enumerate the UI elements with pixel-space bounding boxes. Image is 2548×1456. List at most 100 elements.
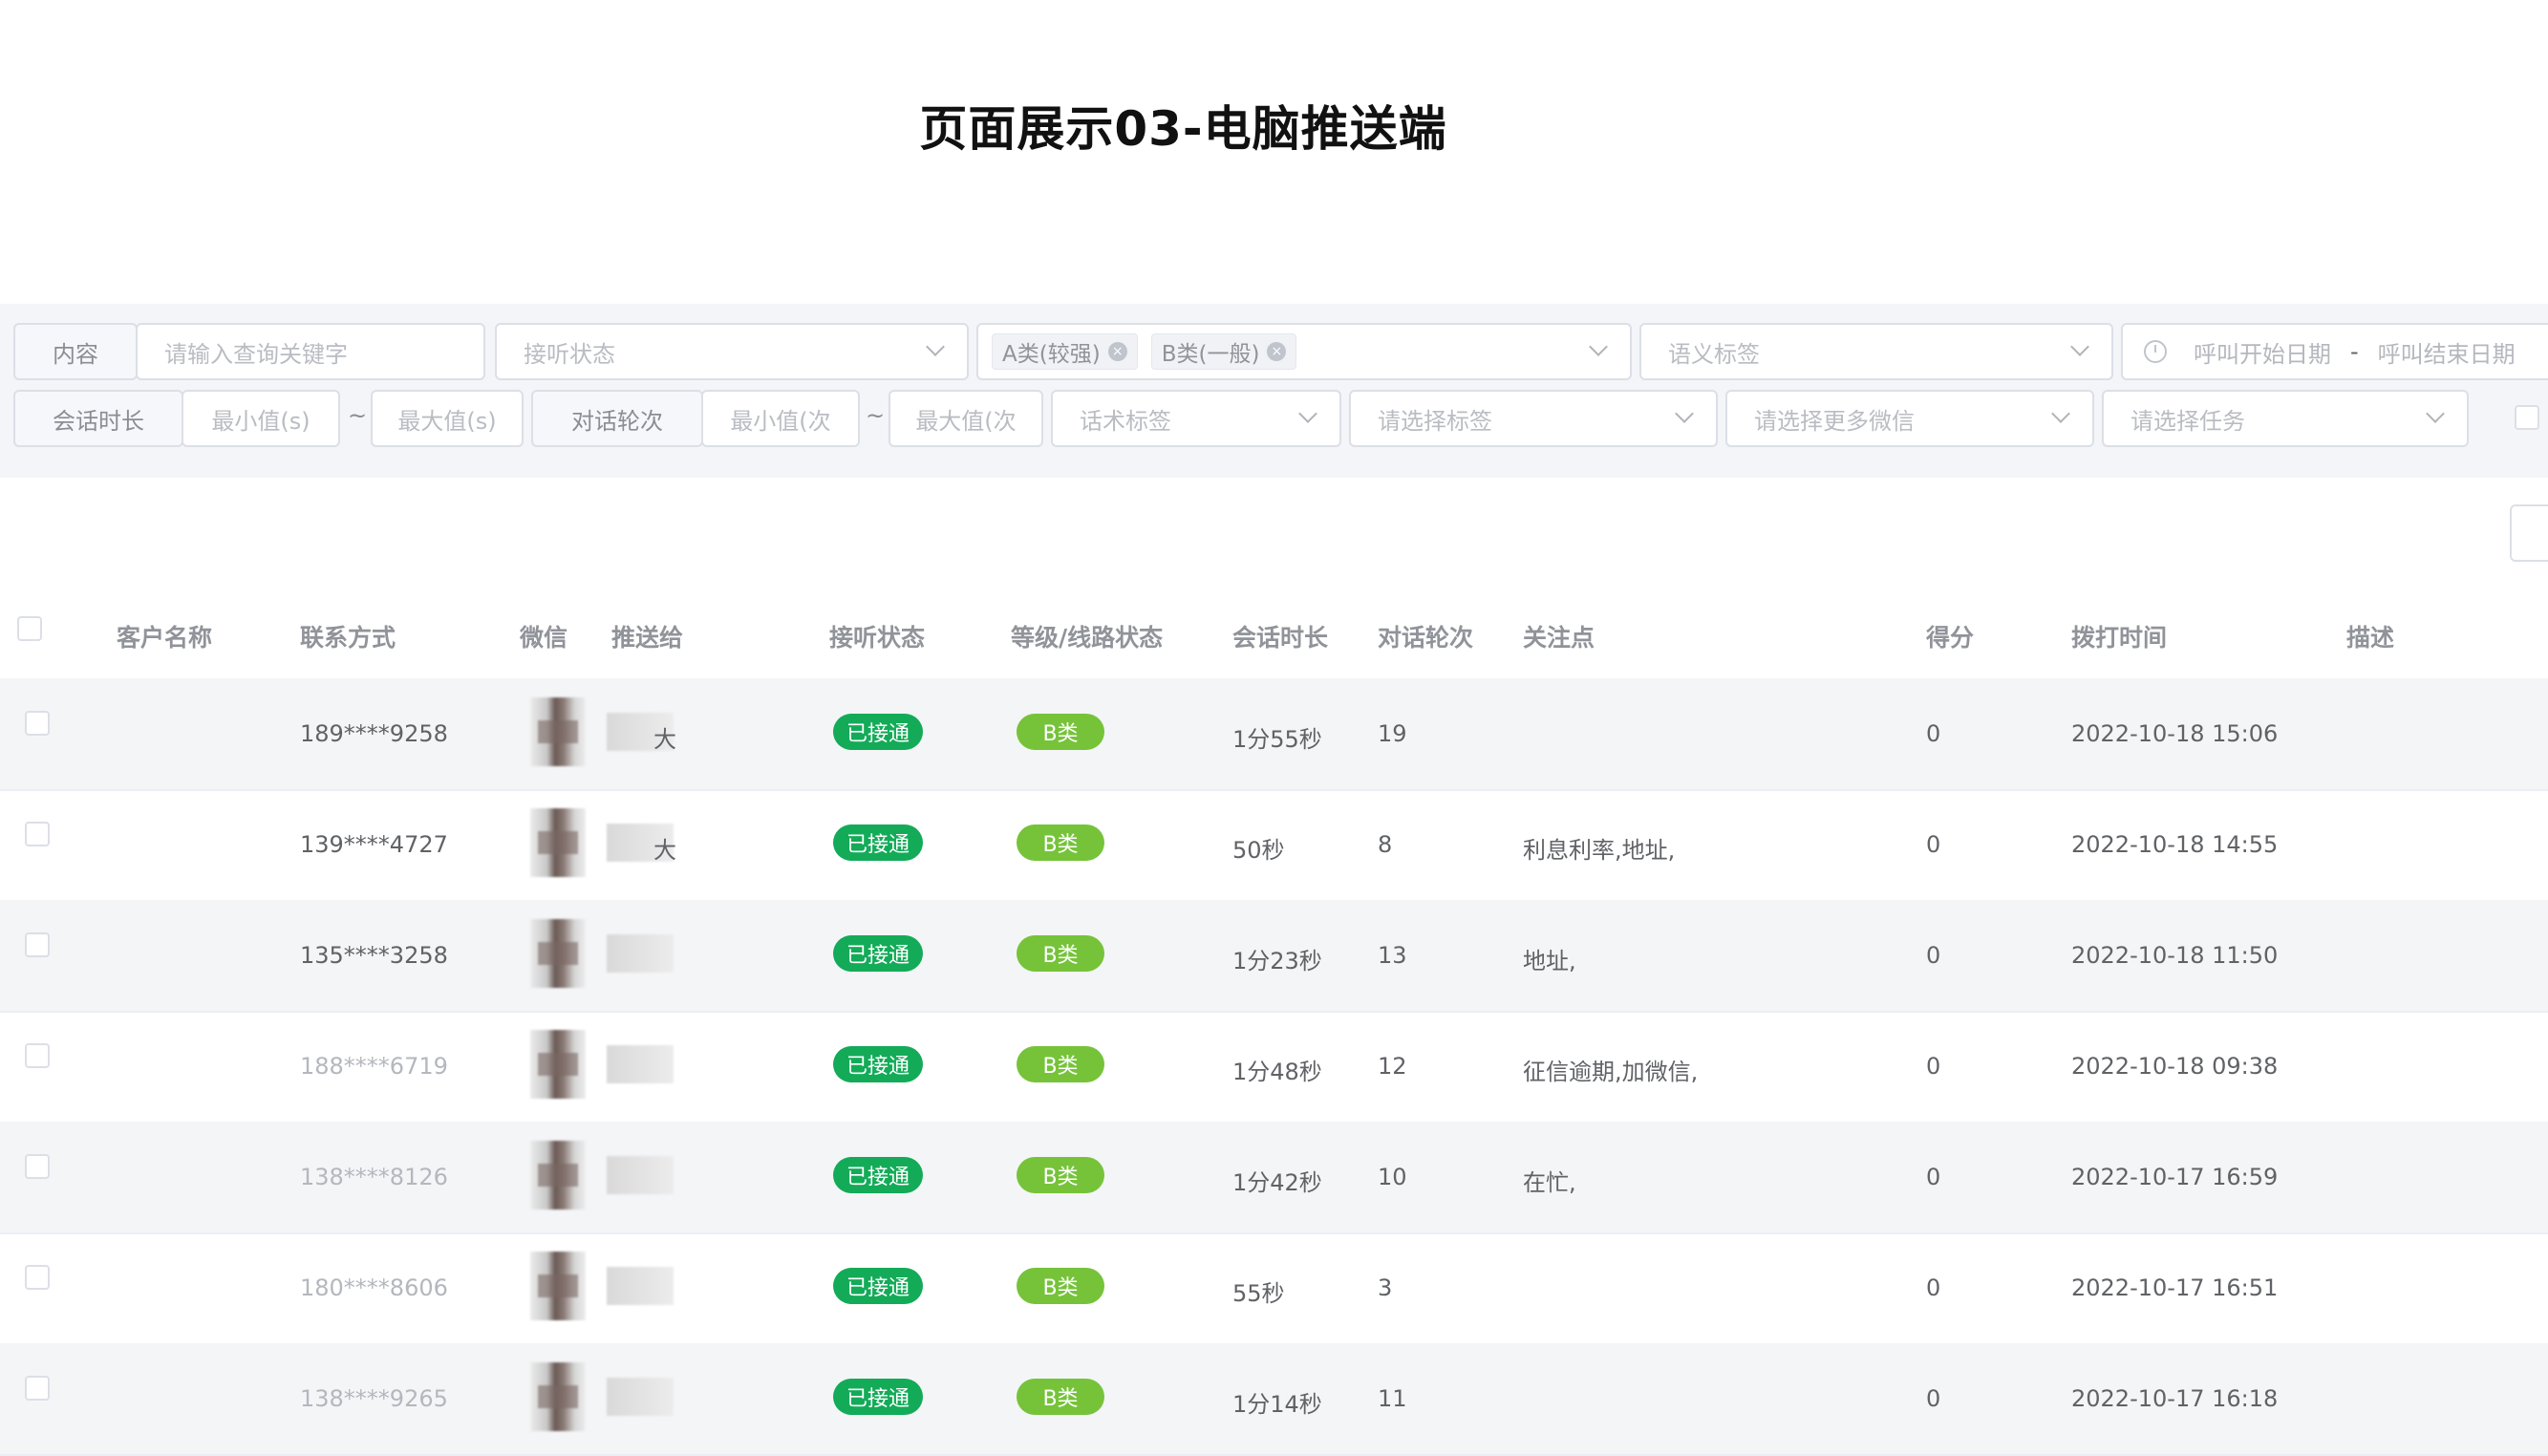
row-checkbox[interactable] xyxy=(25,711,50,736)
header-rounds: 对话轮次 xyxy=(1378,624,1474,652)
duration: 1分42秒 xyxy=(1232,1169,1322,1196)
status-badge: 已接通 xyxy=(833,1157,923,1193)
answer-status-select[interactable]: 接听状态 xyxy=(495,323,969,380)
score: 0 xyxy=(1926,831,1941,858)
task-select-placeholder: 请选择任务 xyxy=(2130,407,2245,435)
header-wechat: 微信 xyxy=(520,624,568,652)
tag-close-icon[interactable]: × xyxy=(1107,342,1127,361)
filter-checkbox[interactable] xyxy=(2515,405,2539,430)
pushed-to-name: 大 xyxy=(653,837,676,864)
wechat-avatar xyxy=(530,1252,586,1320)
answer-status-placeholder: 接听状态 xyxy=(524,340,615,368)
wechat-avatar xyxy=(530,1141,586,1210)
row-checkbox[interactable] xyxy=(25,822,50,846)
tag-select[interactable]: 请选择标签 xyxy=(1349,390,1718,447)
dial-time: 2022-10-18 14:55 xyxy=(2071,831,2279,858)
header-score: 得分 xyxy=(1926,624,1975,652)
score: 0 xyxy=(1926,720,1941,747)
chevron-down-icon xyxy=(2426,404,2445,423)
level-badge: B类 xyxy=(1017,1157,1104,1193)
export-button[interactable] xyxy=(2510,504,2548,562)
dial-time: 2022-10-18 09:38 xyxy=(2071,1053,2279,1080)
date-separator: - xyxy=(2350,338,2359,365)
status-badge: 已接通 xyxy=(833,1046,923,1082)
level-badge: B类 xyxy=(1017,1379,1104,1415)
focus-points: 在忙, xyxy=(1523,1169,1576,1196)
row-checkbox[interactable] xyxy=(25,1043,50,1068)
wechat-avatar xyxy=(530,919,586,988)
chevron-down-icon xyxy=(1298,404,1317,423)
phone: 138****9265 xyxy=(300,1385,448,1412)
pushed-to-avatar xyxy=(607,934,674,973)
phone: 138****8126 xyxy=(300,1164,448,1190)
tag-select-placeholder: 请选择标签 xyxy=(1378,407,1492,435)
table-row[interactable]: 135****3258 已接通 B类 1分23秒 13 地址, 0 2022-1… xyxy=(0,900,2548,1013)
rounds-min-input[interactable]: 最小值(次 xyxy=(701,390,860,447)
page-title: 页面展示03-电脑推送端 xyxy=(919,101,1447,157)
semantic-tag-placeholder: 语义标签 xyxy=(1668,340,1760,368)
level-tag-b-label: B类(一般) xyxy=(1161,342,1260,367)
date-range-picker[interactable]: 呼叫开始日期 - 呼叫结束日期 xyxy=(2121,323,2548,380)
row-checkbox[interactable] xyxy=(25,932,50,957)
focus-points: 征信逾期,加微信, xyxy=(1523,1059,1699,1085)
phone: 180****8606 xyxy=(300,1274,448,1301)
wechat-select-placeholder: 请选择更多微信 xyxy=(1754,407,1915,435)
duration: 1分48秒 xyxy=(1232,1059,1322,1085)
header-focus: 关注点 xyxy=(1523,624,1595,652)
rounds-range-separator: ~ xyxy=(866,402,886,429)
header-level: 等级/线路状态 xyxy=(1011,624,1164,652)
row-checkbox[interactable] xyxy=(25,1154,50,1179)
score: 0 xyxy=(1926,1053,1941,1080)
header-answer-status: 接听状态 xyxy=(829,624,926,652)
rounds-max-input[interactable]: 最大值(次 xyxy=(889,390,1043,447)
table-row[interactable]: 189****9258 大 已接通 B类 1分55秒 19 0 2022-10-… xyxy=(0,678,2548,791)
tag-close-icon[interactable]: × xyxy=(1267,342,1287,361)
header-dial-time: 拨打时间 xyxy=(2071,624,2168,652)
wechat-avatar xyxy=(530,1362,586,1431)
level-tag-a: A类(较强) × xyxy=(992,333,1138,370)
table-row[interactable]: 188****6719 已接通 B类 1分48秒 12 征信逾期,加微信, 0 … xyxy=(0,1011,2548,1124)
rounds: 12 xyxy=(1378,1053,1407,1080)
pushed-to-avatar xyxy=(607,1378,674,1416)
table-row[interactable]: 139****4727 大 已接通 B类 50秒 8 利息利率,地址, 0 20… xyxy=(0,789,2548,902)
dial-time: 2022-10-17 16:51 xyxy=(2071,1274,2279,1301)
duration-range-separator: ~ xyxy=(348,402,368,429)
semantic-tag-select[interactable]: 语义标签 xyxy=(1639,323,2113,380)
chevron-down-icon xyxy=(1675,404,1694,423)
header-pushed-to: 推送给 xyxy=(611,624,684,652)
table-row[interactable]: 180****8606 已接通 B类 55秒 3 0 2022-10-17 16… xyxy=(0,1232,2548,1345)
wechat-avatar xyxy=(530,697,586,766)
rounds: 19 xyxy=(1378,720,1407,747)
level-multiselect[interactable]: A类(较强) × B类(一般) × xyxy=(976,323,1632,380)
pushed-to-avatar xyxy=(607,1045,674,1083)
pushed-to-avatar xyxy=(607,1156,674,1194)
table-row[interactable]: 138****9265 已接通 B类 1分14秒 11 0 2022-10-17… xyxy=(0,1343,2548,1456)
level-badge: B类 xyxy=(1017,824,1104,861)
duration: 1分14秒 xyxy=(1232,1391,1322,1418)
level-badge: B类 xyxy=(1017,1268,1104,1304)
header-contact: 联系方式 xyxy=(300,624,396,652)
header-description: 描述 xyxy=(2346,624,2395,652)
task-select[interactable]: 请选择任务 xyxy=(2102,390,2469,447)
script-tag-placeholder: 话术标签 xyxy=(1080,407,1171,435)
level-tag-a-label: A类(较强) xyxy=(1002,342,1101,367)
wechat-select[interactable]: 请选择更多微信 xyxy=(1725,390,2094,447)
duration-min-input[interactable]: 最小值(s) xyxy=(182,390,340,447)
level-tag-b: B类(一般) × xyxy=(1150,333,1297,370)
table-row[interactable]: 138****8126 已接通 B类 1分42秒 10 在忙, 0 2022-1… xyxy=(0,1122,2548,1234)
duration: 1分23秒 xyxy=(1232,948,1322,974)
status-badge: 已接通 xyxy=(833,714,923,750)
status-badge: 已接通 xyxy=(833,1379,923,1415)
row-checkbox[interactable] xyxy=(25,1376,50,1401)
row-checkbox[interactable] xyxy=(25,1265,50,1290)
duration-max-input[interactable]: 最大值(s) xyxy=(371,390,524,447)
status-badge: 已接通 xyxy=(833,935,923,972)
duration: 1分55秒 xyxy=(1232,726,1322,753)
select-all-checkbox[interactable] xyxy=(17,616,42,641)
keyword-input[interactable]: 请输入查询关键字 xyxy=(136,323,485,380)
script-tag-select[interactable]: 话术标签 xyxy=(1051,390,1341,447)
level-badge: B类 xyxy=(1017,714,1104,750)
rounds: 11 xyxy=(1378,1385,1407,1412)
score: 0 xyxy=(1926,1385,1941,1412)
end-date-placeholder: 呼叫结束日期 xyxy=(2377,340,2516,368)
